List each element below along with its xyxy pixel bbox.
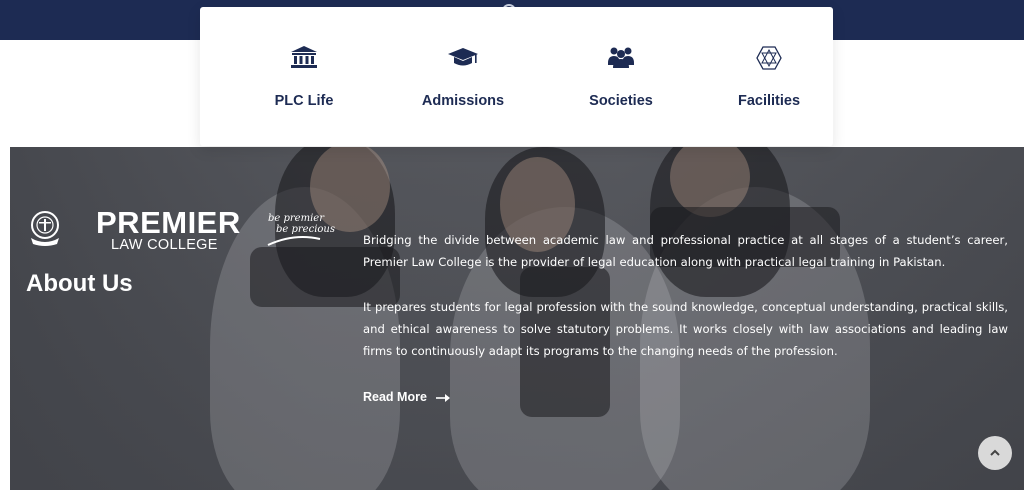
group-icon: [607, 45, 635, 73]
quick-link-facilities[interactable]: Facilities: [694, 7, 844, 146]
quick-link-label: Admissions: [421, 93, 505, 109]
institution-icon: [290, 45, 318, 73]
arrow-right-icon: [436, 391, 451, 405]
quick-link-societies[interactable]: Societies: [546, 7, 696, 146]
quick-link-admissions[interactable]: Admissions: [388, 7, 538, 146]
quick-link-label: PLC Life: [274, 93, 334, 109]
college-logo-title: PREMIER: [96, 205, 241, 240]
graduation-cap-icon: [447, 45, 479, 73]
read-more-label: Read More: [363, 390, 427, 404]
chevron-up-icon: [990, 449, 1000, 456]
quick-links-card: PLC Life Admissions Societies Facilities: [200, 7, 833, 146]
scroll-to-top-button[interactable]: [978, 436, 1012, 470]
quick-link-label: Facilities: [737, 93, 801, 109]
college-crest-icon: [27, 210, 63, 248]
about-paragraph-2: It prepares students for legal professio…: [363, 300, 1008, 358]
quick-link-plc-life[interactable]: PLC Life: [229, 7, 379, 146]
quick-link-label: Societies: [589, 93, 653, 109]
polyhedron-icon: [755, 45, 783, 75]
tagline-swoosh-icon: [266, 232, 322, 251]
read-more-link[interactable]: Read More: [363, 390, 451, 405]
tagline-line-1: be premier: [268, 213, 324, 224]
college-logo-subtitle: LAW COLLEGE: [111, 237, 218, 253]
about-paragraph-1: Bridging the divide between academic law…: [363, 233, 1008, 269]
about-us-heading: About Us: [26, 270, 133, 297]
